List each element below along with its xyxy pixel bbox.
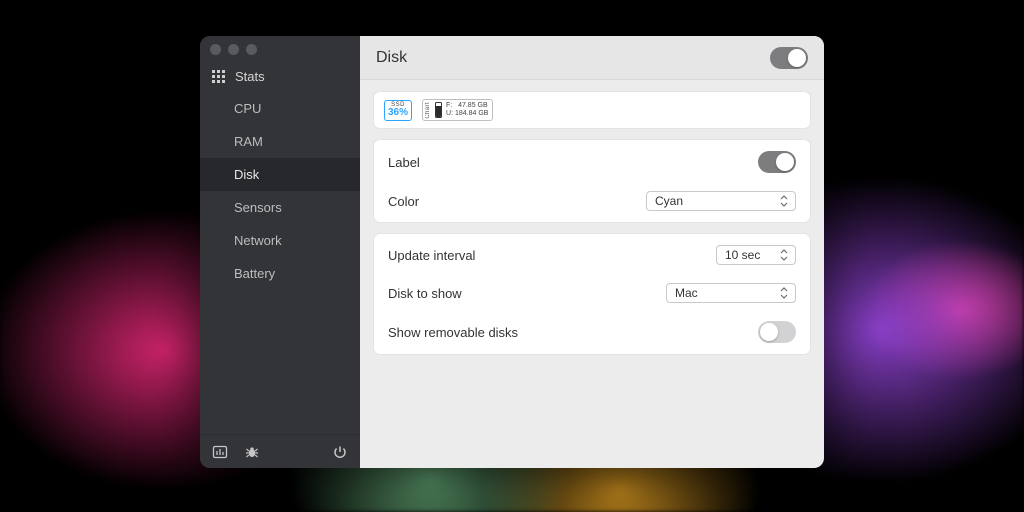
disk-to-show-select[interactable]: Mac [666,283,796,303]
show-removable-toggle[interactable] [758,321,796,343]
sidebar: Stats CPU RAM Disk Sensors Network Batte… [200,36,360,468]
label-toggle[interactable] [758,151,796,173]
row-update-interval: Update interval 10 sec [374,236,810,274]
sidebar-footer [200,434,360,468]
dashboard-popup-icon[interactable] [212,444,228,460]
sidebar-item-label: Battery [234,266,275,281]
app-title: Stats [235,69,265,84]
disk-to-show-value: Mac [675,286,777,300]
sidebar-item-label: Disk [234,167,259,182]
widget-ssd-percent-value: 36% [388,108,408,118]
sidebar-item-cpu[interactable]: CPU [200,92,360,125]
sidebar-item-label: Sensors [234,200,282,215]
setting-disk-text: Disk to show [388,286,666,301]
dashboard-icon [212,70,226,84]
sidebar-item-battery[interactable]: Battery [200,257,360,290]
main-panel: Disk SSD 36% Chart F: 47.85 GB [360,36,824,468]
stepper-icon [777,285,791,301]
setting-update-text: Update interval [388,248,716,263]
stepper-icon [777,193,791,209]
module-enable-toggle[interactable] [770,47,808,69]
zoom-dot-icon[interactable] [246,44,257,55]
window-traffic-lights[interactable] [200,36,360,62]
power-icon[interactable] [332,444,348,460]
color-select[interactable]: Cyan [646,191,796,211]
sidebar-item-network[interactable]: Network [200,224,360,257]
row-color: Color Cyan [374,182,810,220]
sidebar-item-ram[interactable]: RAM [200,125,360,158]
widget-disk-usage[interactable]: Chart F: 47.85 GB U: 184.84 GB [422,99,493,121]
sidebar-item-disk[interactable]: Disk [200,158,360,191]
sidebar-nav: CPU RAM Disk Sensors Network Battery [200,92,360,434]
app-header: Stats [200,62,360,92]
stepper-icon [777,247,791,263]
row-disk-to-show: Disk to show Mac [374,274,810,312]
setting-color-text: Color [388,194,646,209]
update-interval-value: 10 sec [725,248,777,262]
widget-disk-tag: Chart [425,102,431,119]
bug-icon[interactable] [244,444,260,460]
widget-disk-text: F: 47.85 GB U: 184.84 GB [446,102,488,117]
color-select-value: Cyan [655,194,777,208]
row-label: Label [374,142,810,182]
page-title: Disk [376,49,770,67]
behavior-card: Update interval 10 sec Disk to show Mac [374,234,810,354]
widget-preview-card: SSD 36% Chart F: 47.85 GB U: 184.84 GB [374,92,810,128]
setting-label-text: Label [388,155,758,170]
widget-disk-used: U: 184.84 GB [446,110,488,118]
sidebar-item-sensors[interactable]: Sensors [200,191,360,224]
main-body: SSD 36% Chart F: 47.85 GB U: 184.84 GB [360,80,824,366]
sidebar-item-label: CPU [234,101,261,116]
update-interval-select[interactable]: 10 sec [716,245,796,265]
sidebar-item-label: RAM [234,134,263,149]
widget-disk-bar [435,102,442,118]
row-show-removable: Show removable disks [374,312,810,352]
appearance-card: Label Color Cyan [374,140,810,222]
sidebar-item-label: Network [234,233,282,248]
widget-disk-free: F: 47.85 GB [446,102,488,110]
minimize-dot-icon[interactable] [228,44,239,55]
widget-ssd-percent[interactable]: SSD 36% [384,100,412,121]
close-dot-icon[interactable] [210,44,221,55]
main-header: Disk [360,36,824,80]
preferences-window: Stats CPU RAM Disk Sensors Network Batte… [200,36,824,468]
setting-removable-text: Show removable disks [388,325,758,340]
